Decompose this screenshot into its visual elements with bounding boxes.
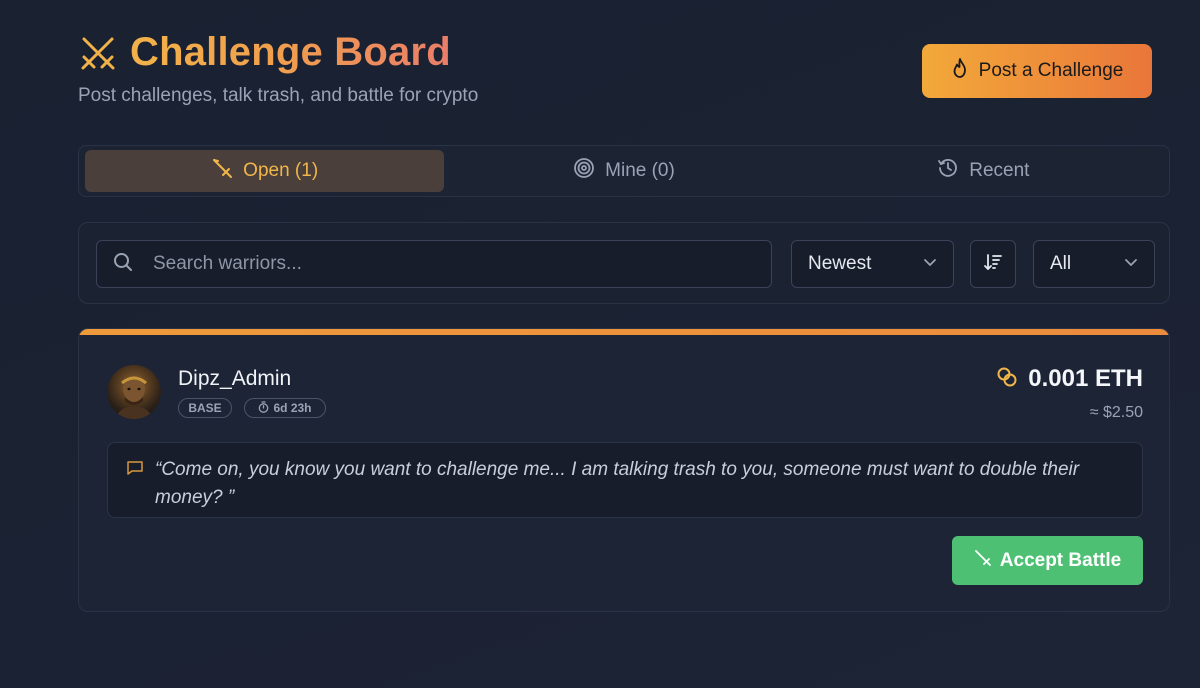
- challenge-tabs: Open (1) Mine (0) Recent: [78, 145, 1170, 197]
- message-icon: [126, 459, 144, 482]
- flame-icon: [951, 58, 969, 84]
- sort-direction-button[interactable]: [970, 240, 1016, 288]
- sword-icon: [211, 157, 233, 185]
- sword-icon: [974, 549, 992, 573]
- tab-open-label: Open (1): [243, 160, 319, 181]
- accept-battle-label: Accept Battle: [999, 549, 1122, 571]
- time-remaining-label: 6d 23h: [273, 401, 312, 415]
- filter-bar: Newest All: [78, 222, 1170, 304]
- page-header: Challenge Board Post challenges, talk tr…: [78, 30, 1152, 120]
- tab-open[interactable]: Open (1): [85, 150, 445, 192]
- tab-recent[interactable]: Recent: [804, 150, 1163, 192]
- wager-amount-value: 0.001 ETH: [1028, 365, 1143, 392]
- accept-battle-button[interactable]: Accept Battle: [952, 536, 1143, 585]
- challenge-message-text: “Come on, you know you want to challenge…: [155, 459, 1080, 508]
- page-title: Challenge Board: [130, 30, 451, 74]
- time-remaining-badge: 6d 23h: [244, 398, 326, 418]
- history-icon: [937, 157, 959, 185]
- tab-mine-label: Mine (0): [605, 160, 675, 181]
- challenge-message: “Come on, you know you want to challenge…: [107, 442, 1143, 518]
- search-input[interactable]: [151, 252, 715, 276]
- avatar: [107, 365, 161, 419]
- sort-select-value: Newest: [808, 253, 872, 274]
- stopwatch-icon: [258, 400, 269, 416]
- category-select[interactable]: All: [1033, 240, 1155, 288]
- wager-amount: 0.001 ETH: [996, 365, 1143, 393]
- usd-estimate: ≈ $2.50: [1089, 404, 1143, 421]
- coins-icon: [996, 366, 1018, 393]
- search-icon: [113, 252, 133, 277]
- search-box: [96, 240, 772, 288]
- target-icon: [573, 157, 595, 185]
- network-badge-label: BASE: [188, 401, 222, 415]
- chevron-down-icon: [1124, 253, 1138, 275]
- challenger-username: Dipz_Admin: [178, 367, 292, 390]
- sort-descending-icon: [983, 252, 1003, 277]
- crossed-swords-icon: [78, 33, 118, 73]
- sort-select[interactable]: Newest: [791, 240, 954, 288]
- network-badge: BASE: [178, 398, 232, 418]
- challenge-card: Dipz_Admin BASE 6d 23h 0.001 ETH ≈ $2.50…: [78, 328, 1170, 612]
- tab-recent-label: Recent: [969, 160, 1030, 181]
- category-select-value: All: [1050, 253, 1072, 274]
- card-accent-bar: [79, 329, 1169, 335]
- chevron-down-icon: [923, 253, 937, 275]
- tab-mine[interactable]: Mine (0): [444, 150, 803, 192]
- post-challenge-label: Post a Challenge: [978, 60, 1124, 81]
- post-challenge-button[interactable]: Post a Challenge: [922, 44, 1152, 98]
